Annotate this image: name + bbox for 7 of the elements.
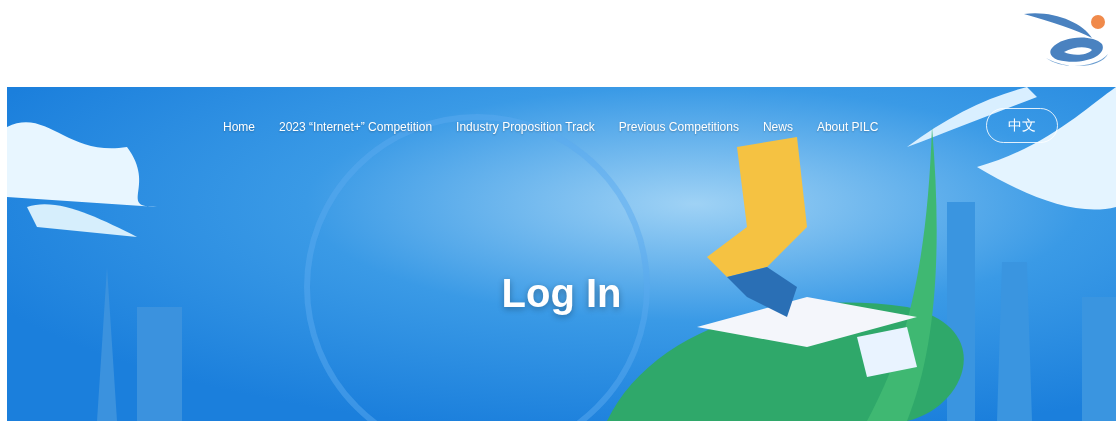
nav-link[interactable]: News xyxy=(762,117,793,136)
nav-link[interactable]: About PILC xyxy=(816,117,879,136)
nav-link[interactable]: Industry Proposition Track xyxy=(456,117,595,136)
page-title: Log In xyxy=(501,270,622,317)
nav-link[interactable]: Home xyxy=(223,117,255,136)
nav-link[interactable]: 2023 “Internet+” Competition xyxy=(279,117,433,136)
nav-link[interactable]: Previous Competitions xyxy=(618,117,739,136)
